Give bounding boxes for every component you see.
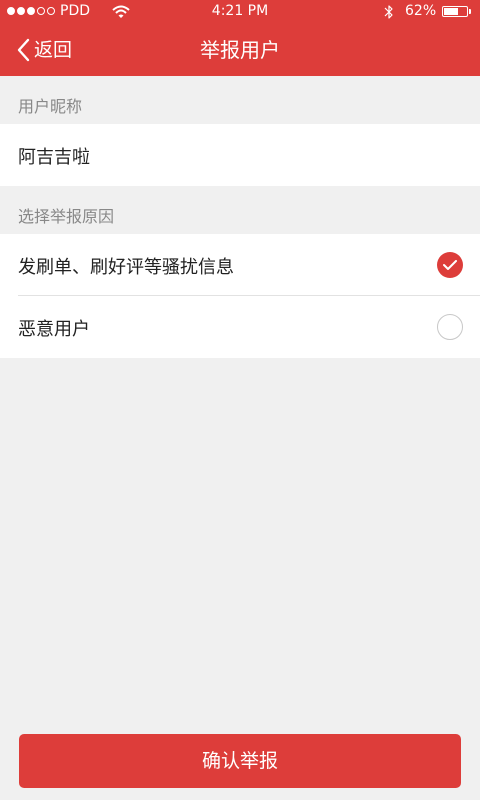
- chevron-left-icon: [17, 38, 30, 62]
- bluetooth-icon: [384, 5, 393, 19]
- back-button[interactable]: 返回: [16, 36, 72, 64]
- battery-level-fill: [444, 8, 458, 15]
- reason-option-harassment[interactable]: 发刷单、刷好评等骚扰信息: [0, 234, 480, 296]
- checkmark-selected-icon[interactable]: [437, 252, 463, 278]
- back-label: 返回: [34, 39, 73, 61]
- radio-unselected-icon[interactable]: [437, 314, 463, 340]
- check-icon: [443, 260, 457, 270]
- reason-section-header: 选择举报原因: [18, 207, 115, 226]
- nickname-section-header: 用户昵称: [18, 97, 83, 116]
- battery-icon: [442, 6, 468, 17]
- nickname-row: 阿吉吉啦: [0, 124, 480, 186]
- confirm-report-button[interactable]: 确认举报: [19, 734, 461, 788]
- navigation-bar: 返回 举报用户: [0, 24, 480, 76]
- nickname-value: 阿吉吉啦: [18, 147, 90, 168]
- status-bar: PDD 4:21 PM 62%: [0, 0, 480, 24]
- reason-option-label: 发刷单、刷好评等骚扰信息: [18, 257, 234, 278]
- reason-option-malicious-user[interactable]: 恶意用户: [0, 296, 480, 358]
- header-bar: PDD 4:21 PM 62% 返回 举报用户: [0, 0, 480, 76]
- reason-option-label: 恶意用户: [18, 319, 90, 340]
- page-title: 举报用户: [200, 38, 280, 62]
- battery-tip: [469, 9, 471, 14]
- battery-percentage: 62%: [405, 3, 437, 19]
